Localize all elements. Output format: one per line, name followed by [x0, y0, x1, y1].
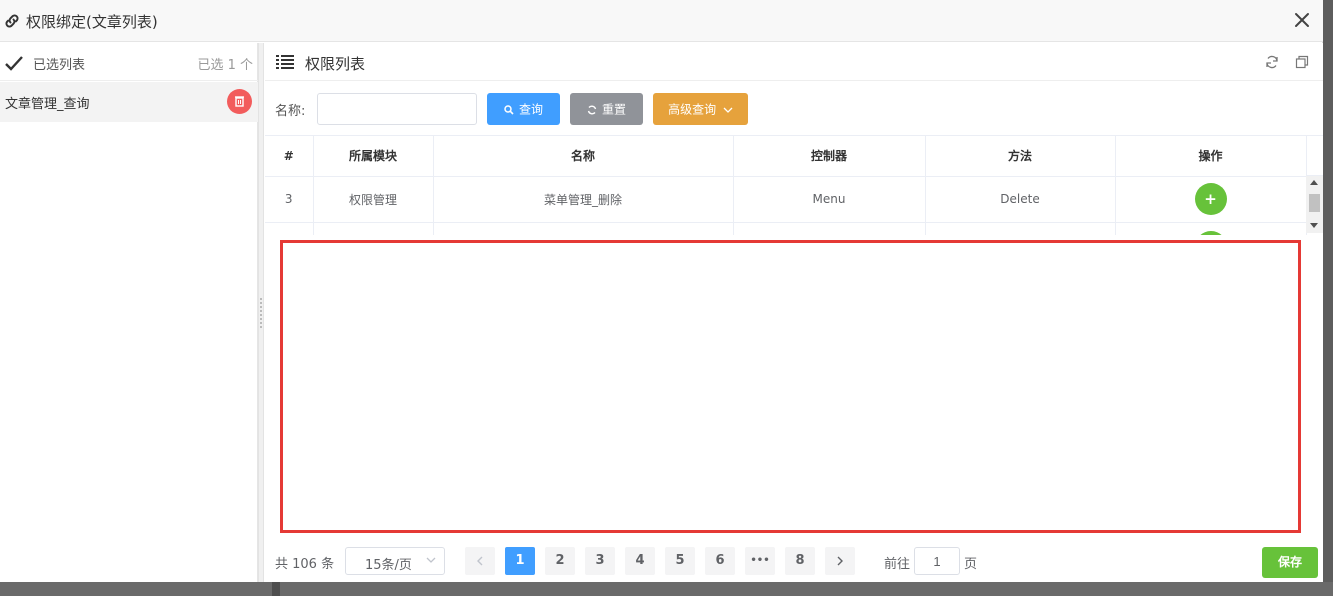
- page-8[interactable]: 8: [785, 547, 815, 575]
- prev-page-button[interactable]: [465, 547, 495, 575]
- add-permission-button[interactable]: +: [1194, 183, 1227, 215]
- cell-method: Delete: [925, 176, 1116, 223]
- page-1[interactable]: 1: [505, 547, 535, 575]
- selected-list-header: 已选列表 已选 1 个: [0, 43, 258, 81]
- selected-count: 已选 1 个: [197, 58, 253, 73]
- save-button[interactable]: 保存: [1262, 547, 1318, 578]
- permission-list-header: 权限列表: [265, 43, 1323, 81]
- page-2[interactable]: 2: [545, 547, 575, 575]
- permission-list-title: 权限列表: [305, 55, 366, 73]
- cell-module: 权限管理: [313, 176, 434, 223]
- table-row: [265, 222, 1307, 235]
- selected-list-title: 已选列表: [33, 58, 86, 73]
- col-name: 名称: [433, 136, 734, 177]
- table-header-row: # 所属模块 名称 控制器 方法 操作: [265, 136, 1307, 177]
- cell-method: [925, 222, 1116, 235]
- permission-table: # 所属模块 名称 控制器 方法 操作 3 权限管理 菜单管理_删除 Menu: [265, 135, 1323, 235]
- name-label: 名称:: [275, 104, 306, 119]
- search-button-label: 查询: [518, 102, 543, 117]
- reset-icon: [587, 105, 597, 114]
- col-module: 所属模块: [313, 136, 434, 177]
- list-icon: [276, 55, 294, 69]
- cell-index: [265, 222, 314, 235]
- backdrop-divider: [272, 582, 280, 596]
- page-5[interactable]: 5: [665, 547, 695, 575]
- scroll-up-arrow[interactable]: [1310, 180, 1318, 185]
- reset-button[interactable]: 重置: [570, 93, 643, 125]
- page-size-value: 15条/页: [365, 558, 412, 573]
- col-controller: 控制器: [733, 136, 926, 177]
- pagination: 共 106 条 15条/页 1 2 3 4 5 6 ••• 8 前往 页: [265, 546, 1005, 576]
- table-row: 3 权限管理 菜单管理_删除 Menu Delete +: [265, 176, 1307, 223]
- selected-item-name: 文章管理_查询: [5, 97, 90, 112]
- advanced-search-label: 高级查询: [668, 102, 717, 117]
- cell-action: +: [1115, 176, 1307, 223]
- next-page-button[interactable]: [825, 547, 855, 575]
- remove-item-button[interactable]: [227, 89, 252, 114]
- cell-controller: Menu: [733, 176, 926, 223]
- cell-name: 菜单管理_删除: [433, 176, 734, 223]
- trash-icon: [235, 96, 244, 107]
- reset-button-label: 重置: [601, 102, 626, 117]
- page-size-select[interactable]: 15条/页: [345, 547, 445, 575]
- scroll-thumb[interactable]: [1309, 194, 1320, 212]
- goto-label: 前往: [884, 557, 911, 572]
- link-icon: [5, 14, 19, 28]
- advanced-search-button[interactable]: 高级查询: [653, 93, 748, 125]
- close-icon[interactable]: [1291, 9, 1313, 31]
- chevron-down-icon: [426, 557, 436, 563]
- chevron-down-icon: [723, 107, 733, 113]
- table-scrollbar[interactable]: [1306, 176, 1323, 233]
- cell-index: 3: [265, 176, 314, 223]
- page-ellipsis[interactable]: •••: [745, 547, 775, 575]
- table-header-gutter: [1306, 136, 1323, 176]
- page-4[interactable]: 4: [625, 547, 655, 575]
- page-3[interactable]: 3: [585, 547, 615, 575]
- col-action: 操作: [1115, 136, 1307, 177]
- selected-list-panel: 已选列表 已选 1 个 文章管理_查询: [0, 43, 258, 582]
- chevron-left-icon: [477, 556, 483, 566]
- selected-item: 文章管理_查询: [0, 82, 258, 122]
- panel-splitter[interactable]: [258, 43, 264, 582]
- highlight-annotation-box: [280, 240, 1301, 533]
- col-method: 方法: [925, 136, 1116, 177]
- cell-name: [433, 222, 734, 235]
- cell-module: [313, 222, 434, 235]
- scroll-down-arrow[interactable]: [1310, 223, 1318, 228]
- goto-page-input[interactable]: [914, 547, 960, 575]
- check-icon: [5, 56, 23, 71]
- page-unit-label: 页: [964, 557, 978, 572]
- total-count: 共 106 条: [275, 557, 335, 572]
- name-search-input[interactable]: [317, 93, 477, 125]
- dialog-header: 权限绑定(文章列表): [0, 0, 1323, 42]
- search-icon: [504, 104, 514, 115]
- page-6[interactable]: 6: [705, 547, 735, 575]
- refresh-icon[interactable]: [1265, 55, 1279, 69]
- chevron-right-icon: [837, 556, 843, 566]
- splitter-grip[interactable]: [260, 298, 262, 328]
- col-index: #: [265, 136, 314, 177]
- dialog-title: 权限绑定(文章列表): [26, 13, 158, 31]
- cell-controller: [733, 222, 926, 235]
- permission-bind-dialog: 权限绑定(文章列表) 已选列表 已选 1 个 文章管理_查询 权限列表 名称: …: [0, 0, 1323, 582]
- search-bar: 名称: 查询 重置 高级查询: [265, 82, 1323, 134]
- search-button[interactable]: 查询: [487, 93, 560, 125]
- restore-window-icon[interactable]: [1295, 55, 1309, 69]
- backdrop: [0, 582, 1333, 596]
